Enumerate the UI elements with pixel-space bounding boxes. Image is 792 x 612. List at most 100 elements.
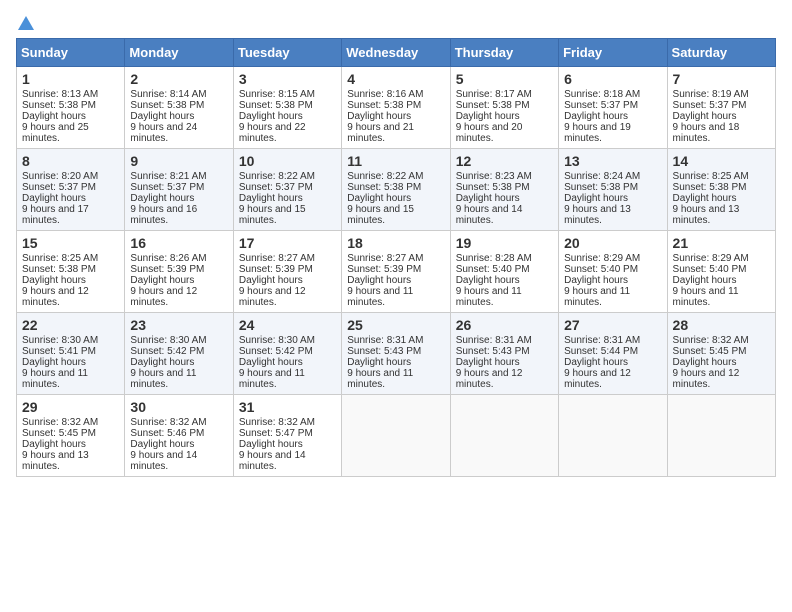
calendar-cell: 17Sunrise: 8:27 AMSunset: 5:39 PMDayligh… [233,231,341,313]
calendar-cell: 20Sunrise: 8:29 AMSunset: 5:40 PMDayligh… [559,231,667,313]
sunrise-text: Sunrise: 8:32 AM [130,417,206,428]
day-number: 5 [456,71,553,87]
days-of-week-row: SundayMondayTuesdayWednesdayThursdayFrid… [17,39,776,67]
daylight-duration: 9 hours and 24 minutes. [130,122,197,144]
daylight-duration: 9 hours and 12 minutes. [130,286,197,308]
sunset-text: Sunset: 5:43 PM [456,346,530,357]
calendar-cell: 30Sunrise: 8:32 AMSunset: 5:46 PMDayligh… [125,395,233,477]
day-number: 14 [673,153,770,169]
sunrise-text: Sunrise: 8:30 AM [239,335,315,346]
day-number: 3 [239,71,336,87]
sunrise-text: Sunrise: 8:27 AM [239,253,315,264]
calendar-cell: 12Sunrise: 8:23 AMSunset: 5:38 PMDayligh… [450,149,558,231]
calendar-body: 1Sunrise: 8:13 AMSunset: 5:38 PMDaylight… [17,67,776,477]
daylight-duration: 9 hours and 14 minutes. [239,450,306,472]
sunset-text: Sunset: 5:47 PM [239,428,313,439]
daylight-duration: 9 hours and 22 minutes. [239,122,306,144]
daylight-text: Daylight hours [456,193,520,204]
sunrise-text: Sunrise: 8:29 AM [564,253,640,264]
day-of-week-header: Sunday [17,39,125,67]
day-number: 31 [239,399,336,415]
calendar-cell: 24Sunrise: 8:30 AMSunset: 5:42 PMDayligh… [233,313,341,395]
sunset-text: Sunset: 5:45 PM [22,428,96,439]
day-number: 28 [673,317,770,333]
daylight-duration: 9 hours and 13 minutes. [673,204,740,226]
sunset-text: Sunset: 5:38 PM [239,100,313,111]
sunrise-text: Sunrise: 8:18 AM [564,89,640,100]
daylight-text: Daylight hours [347,357,411,368]
sunset-text: Sunset: 5:38 PM [456,100,530,111]
daylight-text: Daylight hours [673,275,737,286]
daylight-text: Daylight hours [130,193,194,204]
daylight-text: Daylight hours [22,275,86,286]
daylight-duration: 9 hours and 13 minutes. [22,450,89,472]
daylight-text: Daylight hours [22,357,86,368]
daylight-text: Daylight hours [456,111,520,122]
calendar-cell: 13Sunrise: 8:24 AMSunset: 5:38 PMDayligh… [559,149,667,231]
day-of-week-header: Tuesday [233,39,341,67]
daylight-text: Daylight hours [130,275,194,286]
sunrise-text: Sunrise: 8:16 AM [347,89,423,100]
day-of-week-header: Monday [125,39,233,67]
daylight-duration: 9 hours and 12 minutes. [456,368,523,390]
daylight-text: Daylight hours [239,275,303,286]
sunset-text: Sunset: 5:38 PM [22,100,96,111]
calendar-cell: 25Sunrise: 8:31 AMSunset: 5:43 PMDayligh… [342,313,450,395]
daylight-text: Daylight hours [22,111,86,122]
daylight-duration: 9 hours and 18 minutes. [673,122,740,144]
sunrise-text: Sunrise: 8:31 AM [564,335,640,346]
calendar-week-row: 15Sunrise: 8:25 AMSunset: 5:38 PMDayligh… [17,231,776,313]
day-number: 4 [347,71,444,87]
calendar-cell [667,395,775,477]
daylight-text: Daylight hours [564,193,628,204]
sunset-text: Sunset: 5:38 PM [22,264,96,275]
daylight-text: Daylight hours [239,111,303,122]
day-number: 18 [347,235,444,251]
daylight-duration: 9 hours and 11 minutes. [130,368,196,390]
day-of-week-header: Wednesday [342,39,450,67]
sunset-text: Sunset: 5:42 PM [130,346,204,357]
calendar-cell: 14Sunrise: 8:25 AMSunset: 5:38 PMDayligh… [667,149,775,231]
daylight-text: Daylight hours [564,275,628,286]
calendar-cell: 7Sunrise: 8:19 AMSunset: 5:37 PMDaylight… [667,67,775,149]
day-number: 7 [673,71,770,87]
daylight-duration: 9 hours and 15 minutes. [347,204,414,226]
daylight-duration: 9 hours and 25 minutes. [22,122,89,144]
sunset-text: Sunset: 5:40 PM [673,264,747,275]
calendar-cell: 26Sunrise: 8:31 AMSunset: 5:43 PMDayligh… [450,313,558,395]
day-number: 23 [130,317,227,333]
sunrise-text: Sunrise: 8:31 AM [456,335,532,346]
calendar-cell: 1Sunrise: 8:13 AMSunset: 5:38 PMDaylight… [17,67,125,149]
day-number: 17 [239,235,336,251]
calendar-cell: 16Sunrise: 8:26 AMSunset: 5:39 PMDayligh… [125,231,233,313]
sunrise-text: Sunrise: 8:25 AM [22,253,98,264]
daylight-duration: 9 hours and 12 minutes. [564,368,631,390]
daylight-text: Daylight hours [347,275,411,286]
day-number: 25 [347,317,444,333]
daylight-text: Daylight hours [22,193,86,204]
calendar-cell [450,395,558,477]
sunrise-text: Sunrise: 8:30 AM [130,335,206,346]
calendar-cell: 6Sunrise: 8:18 AMSunset: 5:37 PMDaylight… [559,67,667,149]
sunrise-text: Sunrise: 8:29 AM [673,253,749,264]
daylight-duration: 9 hours and 14 minutes. [456,204,523,226]
daylight-text: Daylight hours [564,357,628,368]
daylight-duration: 9 hours and 12 minutes. [239,286,306,308]
day-number: 19 [456,235,553,251]
sunset-text: Sunset: 5:39 PM [130,264,204,275]
sunrise-text: Sunrise: 8:22 AM [347,171,423,182]
page-header [16,16,776,28]
calendar-cell: 22Sunrise: 8:30 AMSunset: 5:41 PMDayligh… [17,313,125,395]
calendar-week-row: 8Sunrise: 8:20 AMSunset: 5:37 PMDaylight… [17,149,776,231]
daylight-duration: 9 hours and 11 minutes. [456,286,522,308]
daylight-duration: 9 hours and 12 minutes. [22,286,89,308]
day-number: 9 [130,153,227,169]
daylight-duration: 9 hours and 11 minutes. [564,286,630,308]
sunset-text: Sunset: 5:41 PM [22,346,96,357]
daylight-text: Daylight hours [239,439,303,450]
calendar-cell: 27Sunrise: 8:31 AMSunset: 5:44 PMDayligh… [559,313,667,395]
sunset-text: Sunset: 5:37 PM [22,182,96,193]
sunset-text: Sunset: 5:40 PM [456,264,530,275]
calendar-week-row: 29Sunrise: 8:32 AMSunset: 5:45 PMDayligh… [17,395,776,477]
sunrise-text: Sunrise: 8:28 AM [456,253,532,264]
